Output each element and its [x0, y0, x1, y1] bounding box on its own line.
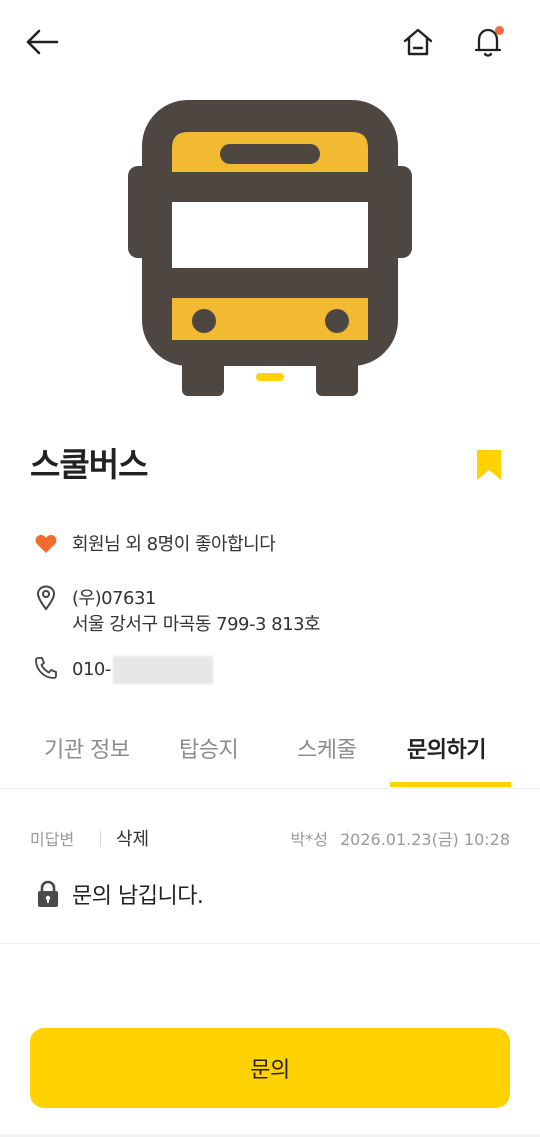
school-bus-image [128, 100, 412, 396]
heart-icon[interactable] [34, 532, 58, 556]
likes-row: 회원님 외 8명이 좋아합니다 [34, 532, 276, 558]
inquiry-button[interactable]: 문의 [30, 1028, 510, 1108]
tab-inquiry[interactable]: 문의하기 [407, 732, 486, 764]
location-pin-icon [34, 585, 58, 611]
inquiry-item[interactable]: 문의 남깁니다. [36, 878, 204, 910]
tab-boarding-point[interactable]: 탑승지 [179, 732, 239, 764]
masked-phone [112, 656, 213, 684]
tab-bar: 기관 정보 탑승지 스케줄 문의하기 [0, 718, 540, 789]
org-name: 스쿨버스 [30, 445, 148, 484]
inquiry-status: 미답변 [30, 830, 75, 849]
home-icon [403, 28, 433, 56]
postal-code: (우)07631 [72, 588, 156, 609]
phone-row[interactable]: 010- [34, 656, 213, 684]
inquiry-text: 문의 남깁니다. [72, 884, 204, 909]
active-tab-indicator [390, 782, 511, 787]
inquiry-meta: 미답변 삭제 박*성 2026.01.23(금) 10:28 [30, 826, 510, 852]
notification-button[interactable] [466, 20, 510, 64]
phone-prefix: 010- [72, 659, 111, 680]
list-divider [0, 943, 540, 944]
home-button[interactable] [396, 20, 440, 64]
lock-icon [38, 880, 58, 907]
phone-number[interactable]: 010- [72, 656, 213, 684]
inquiry-writer: 박*성 [290, 830, 328, 849]
inquiry-date: 2026.01.23(금) 10:28 [339, 830, 510, 849]
address-row: (우)07631 서울 강서구 마곡동 799-3 813호 [34, 585, 321, 638]
top-bar [0, 0, 540, 84]
notification-dot [495, 26, 504, 35]
likes-text: 회원님 외 8명이 좋아합니다 [72, 534, 276, 555]
arrow-left-icon [26, 29, 59, 55]
delete-button[interactable]: 삭제 [116, 825, 149, 851]
tab-org-info[interactable]: 기관 정보 [44, 732, 130, 764]
phone-icon [34, 656, 58, 680]
back-button[interactable] [22, 22, 62, 62]
bookmark-icon[interactable] [476, 449, 502, 481]
address-text: 서울 강서구 마곡동 799-3 813호 [72, 614, 321, 635]
divider [100, 831, 101, 847]
tab-schedule[interactable]: 스케줄 [297, 732, 357, 764]
